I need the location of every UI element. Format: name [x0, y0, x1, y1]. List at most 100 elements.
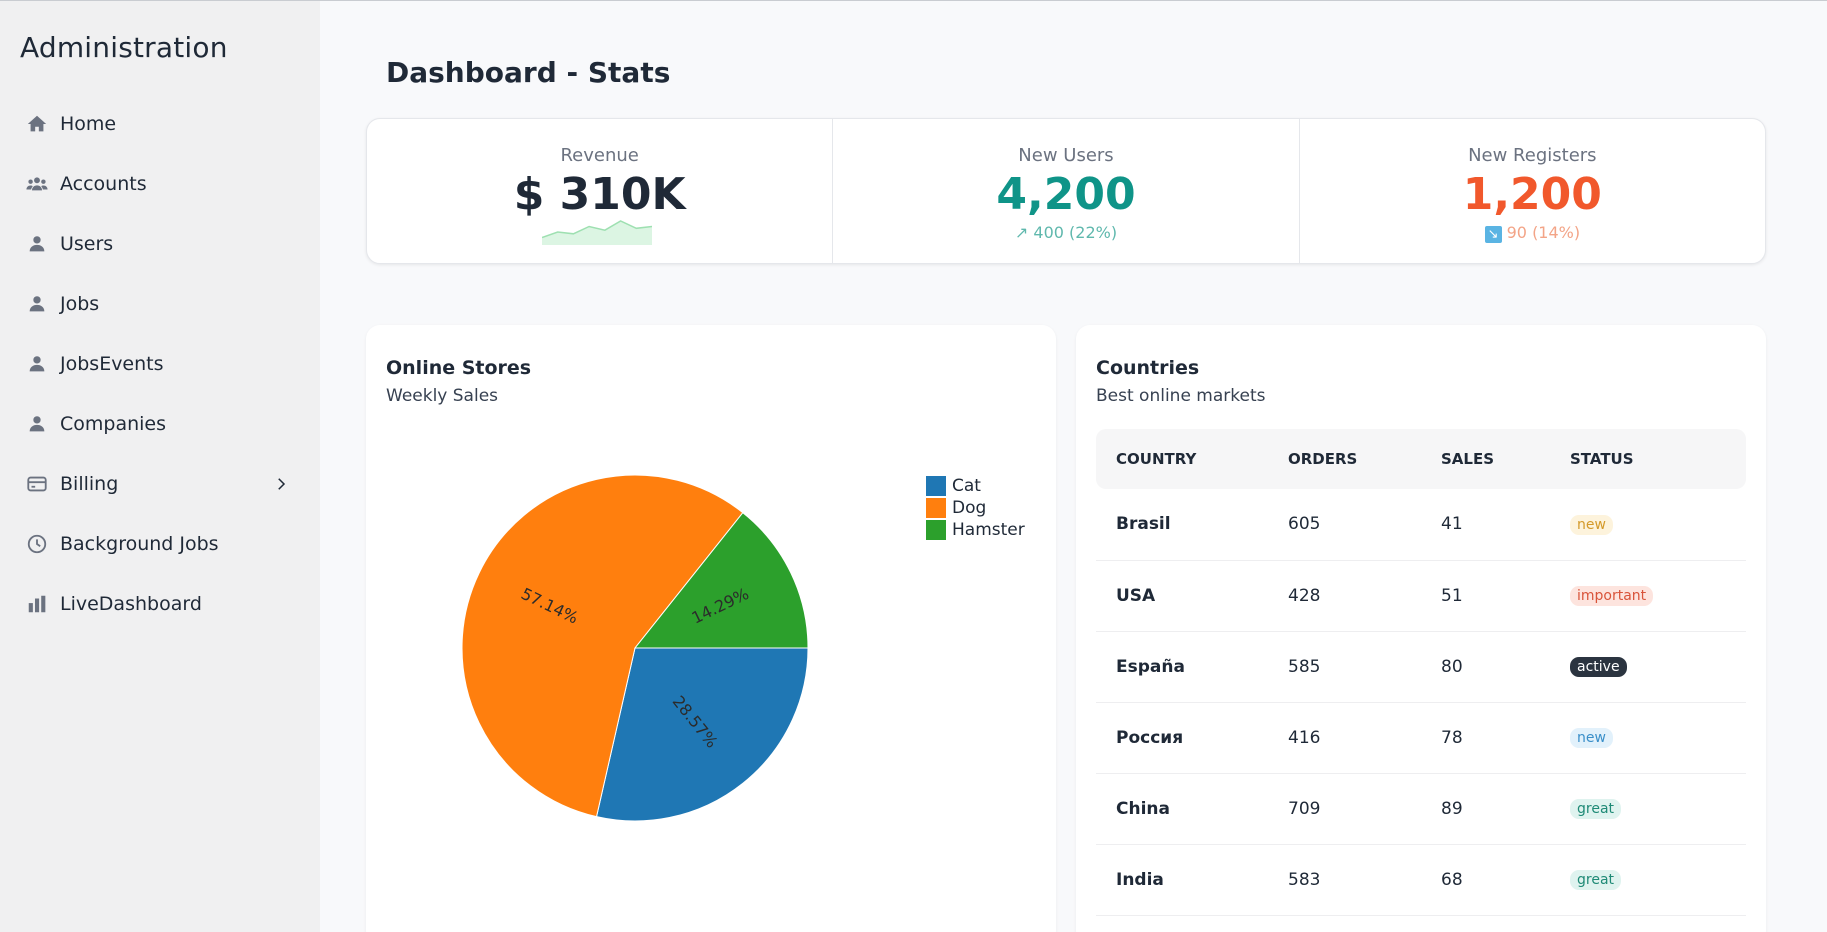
sidebar-item-background-jobs[interactable]: Background Jobs	[0, 514, 320, 574]
sidebar-item-billing[interactable]: Billing	[0, 454, 320, 514]
legend-swatch	[926, 498, 946, 518]
table-row[interactable]: India 583 68 great	[1096, 844, 1746, 916]
sidebar-item-label: Home	[60, 113, 117, 135]
cell-sales: 41	[1421, 489, 1550, 561]
sidebar-item-accounts[interactable]: Accounts	[0, 154, 320, 214]
card-subtitle: Weekly Sales	[386, 386, 499, 406]
stat-description-text: 90 (14%)	[1501, 223, 1581, 242]
sidebar-item-jobs[interactable]: Jobs	[0, 274, 320, 334]
sidebar-item-label: Accounts	[60, 173, 147, 195]
sidebar-item-companies[interactable]: Companies	[0, 394, 320, 454]
cell-sales: 80	[1421, 631, 1550, 703]
revenue-sparkline	[542, 220, 652, 245]
brand-title[interactable]: Administration	[20, 31, 228, 64]
user-icon	[26, 413, 48, 435]
stat-title: New Users	[1018, 145, 1114, 166]
cell-status: important	[1550, 560, 1746, 632]
stat-value: $ 310K	[513, 169, 686, 220]
sidebar-item-label: Companies	[60, 413, 167, 435]
group-icon	[26, 173, 48, 195]
sidebar-item-label: Jobs	[60, 293, 100, 315]
table-row[interactable]: España 585 80 active	[1096, 631, 1746, 703]
cell-sales: 89	[1421, 773, 1550, 845]
user-icon	[26, 233, 48, 255]
sidebar-item-livedashboard[interactable]: LiveDashboard	[0, 574, 320, 634]
legend-item-cat[interactable]: Cat	[926, 475, 1025, 497]
cell-status: great	[1550, 844, 1746, 916]
cell-orders: 709	[1268, 773, 1421, 845]
card-title: Online Stores	[386, 357, 532, 379]
column-header-orders[interactable]: ORDERS	[1268, 429, 1421, 489]
sidebar-item-label: LiveDashboard	[60, 593, 202, 615]
stat-description: ↗︎ 400 (22%)	[1014, 223, 1118, 242]
sidebar-item-jobsevents[interactable]: JobsEvents	[0, 334, 320, 394]
cell-orders: 416	[1268, 702, 1421, 774]
online-stores-card: Online Stores Weekly Sales 28.57% 57.14% 1…	[366, 325, 1056, 932]
bar-chart-icon	[26, 593, 48, 615]
sidebar-item-users[interactable]: Users	[0, 214, 320, 274]
sidebar-item-home[interactable]: Home	[0, 94, 320, 154]
legend-swatch	[926, 476, 946, 496]
card-title: Countries	[1096, 357, 1200, 379]
cell-sales: 51	[1421, 560, 1550, 632]
column-header-status[interactable]: STATUS	[1550, 429, 1746, 489]
page-title: Dashboard - Stats	[386, 56, 671, 89]
stat-title: New Registers	[1468, 145, 1597, 166]
cell-sales: 68	[1421, 844, 1550, 916]
countries-table: COUNTRY ORDERS SALES STATUS Brasil 605 41 n…	[1096, 429, 1746, 916]
legend-item-dog[interactable]: Dog	[926, 497, 1025, 519]
stat-value: 1,200	[1462, 169, 1602, 220]
cell-country: USA	[1096, 560, 1268, 632]
status-badge: great	[1570, 870, 1622, 890]
cell-country: Россия	[1096, 702, 1268, 774]
cell-country: España	[1096, 631, 1268, 703]
cell-orders: 585	[1268, 631, 1421, 703]
sidebar-nav: Home Accounts Users Jobs JobsEvents Comp…	[0, 94, 320, 634]
user-icon	[26, 293, 48, 315]
table-row[interactable]: Россия 416 78 new	[1096, 702, 1746, 774]
cell-status: active	[1550, 631, 1746, 703]
cell-status: great	[1550, 773, 1746, 845]
status-badge: great	[1570, 799, 1622, 819]
status-badge: active	[1570, 657, 1627, 677]
cell-orders: 428	[1268, 560, 1421, 632]
home-icon	[26, 113, 48, 135]
chevron-right-icon[interactable]	[272, 475, 290, 493]
card-subtitle: Best online markets	[1096, 386, 1266, 406]
stats-panel: Revenue $ 310K New Users 4,200 ↗︎ 400 (2…	[366, 118, 1766, 264]
sidebar-item-label: Users	[60, 233, 114, 255]
legend-label: Cat	[952, 476, 981, 496]
table-header-row: COUNTRY ORDERS SALES STATUS	[1096, 429, 1746, 489]
stat-title: Revenue	[560, 145, 639, 166]
trend-down-icon: ↘	[1484, 226, 1502, 243]
table-row[interactable]: China 709 89 great	[1096, 773, 1746, 845]
table-row[interactable]: USA 428 51 important	[1096, 560, 1746, 632]
status-badge: important	[1570, 586, 1654, 606]
cell-country: India	[1096, 844, 1268, 916]
cell-country: Brasil	[1096, 489, 1268, 561]
sidebar-item-label: Billing	[60, 473, 119, 495]
column-header-country[interactable]: COUNTRY	[1096, 429, 1268, 489]
stat-new-registers: New Registers 1,200 ↘ 90 (14%)	[1300, 119, 1765, 263]
sidebar: Administration Home Accounts Users Jobs	[0, 1, 320, 932]
sidebar-item-label: Background Jobs	[60, 533, 219, 555]
stat-description: ↘ 90 (14%)	[1300, 223, 1765, 243]
table-row[interactable]: Brasil 605 41 new	[1096, 489, 1746, 561]
clock-icon	[26, 533, 48, 555]
user-icon	[26, 353, 48, 375]
cell-sales: 78	[1421, 702, 1550, 774]
cell-status: new	[1550, 702, 1746, 774]
status-badge: new	[1570, 728, 1613, 748]
credit-card-icon	[26, 473, 48, 495]
stat-value: 4,200	[996, 169, 1136, 220]
stat-new-users: New Users 4,200 ↗︎ 400 (22%)	[833, 119, 1300, 263]
stat-revenue: Revenue $ 310K	[367, 119, 834, 263]
column-header-sales[interactable]: SALES	[1421, 429, 1550, 489]
legend-item-hamster[interactable]: Hamster	[926, 519, 1025, 541]
chart-legend: Cat Dog Hamster	[926, 475, 1025, 541]
legend-swatch	[926, 520, 946, 540]
legend-label: Dog	[952, 498, 987, 518]
countries-card: Countries Best online markets COUNTRY OR…	[1076, 325, 1766, 932]
cell-orders: 605	[1268, 489, 1421, 561]
status-badge: new	[1570, 514, 1613, 535]
